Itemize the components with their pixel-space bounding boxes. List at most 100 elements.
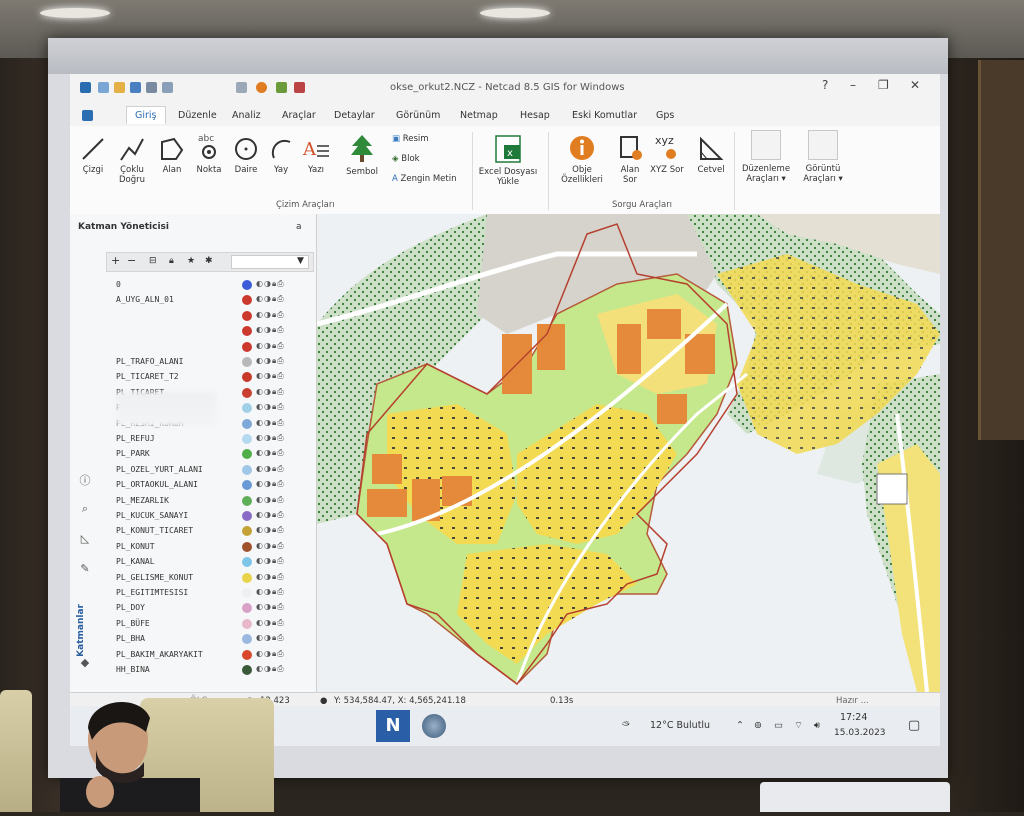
layer-row[interactable]: A_UYG_ALN_01 ◐◑🔒︎⎙: [116, 293, 312, 308]
layer-row[interactable]: PL_ORTAOKUL_ALANI ◐◑🔒︎⎙: [116, 478, 312, 493]
new-file-icon[interactable]: [98, 82, 109, 93]
layer-row[interactable]: PL_BHA ◐◑🔒︎⎙: [116, 632, 312, 647]
settings-icon[interactable]: ✱: [205, 256, 213, 266]
katmanlar-side-tab[interactable]: Katmanlar: [76, 604, 86, 657]
layer-row[interactable]: PL_OZEL_YURT_ALANI ◐◑🔒︎⎙: [116, 463, 312, 478]
search-side-icon[interactable]: ⌕: [74, 502, 96, 516]
grid-icon[interactable]: [276, 82, 287, 93]
layer-row[interactable]: PL_DOY ◐◑🔒︎⎙: [116, 601, 312, 616]
star-icon[interactable]: ★: [187, 256, 195, 266]
layer-color-swatch[interactable]: [242, 572, 252, 583]
sembol-button[interactable]: Sembol: [342, 134, 382, 177]
table-icon[interactable]: [236, 82, 247, 93]
filter-icon[interactable]: ▼: [297, 256, 304, 266]
layer-row[interactable]: ◐◑🔒︎⎙: [116, 309, 312, 324]
layer-color-swatch[interactable]: [242, 372, 252, 383]
layer-color-swatch[interactable]: [242, 434, 252, 444]
layer-toggle-icons[interactable]: ◐◑🔒︎⎙: [256, 649, 285, 659]
pin-icon[interactable]: a: [296, 222, 302, 232]
layer-color-swatch[interactable]: [242, 511, 252, 521]
layer-row[interactable]: PL_EGITIMTESISI ◐◑🔒︎⎙: [116, 586, 312, 601]
layer-color-swatch[interactable]: [242, 618, 252, 629]
layer-row[interactable]: PL_BÜFE ◐◑🔒︎⎙: [116, 617, 312, 632]
measure-side-icon[interactable]: ◺: [74, 532, 96, 545]
layer-toggle-icons[interactable]: ◐◑🔒︎⎙: [256, 448, 285, 458]
layer-color-swatch[interactable]: [242, 649, 252, 660]
map-canvas[interactable]: [317, 214, 940, 692]
nokta-button[interactable]: abc Nokta: [192, 132, 226, 175]
layer-color-swatch[interactable]: [242, 634, 252, 645]
layer-toggle-icons[interactable]: ◐◑🔒︎⎙: [256, 325, 285, 335]
lock-icon[interactable]: 🔒︎: [169, 256, 174, 266]
tab-eski-komutlar[interactable]: Eski Komutlar: [572, 110, 637, 121]
snap-icon[interactable]: [294, 82, 305, 93]
layer-toggle-icons[interactable]: ◐◑🔒︎⎙: [256, 402, 285, 412]
tab-netmap[interactable]: Netmap: [460, 110, 498, 121]
layer-row[interactable]: PL_BAKIM_AKARYAKIT ◐◑🔒︎⎙: [116, 648, 312, 663]
layer-toggle-icons[interactable]: ◐◑🔒︎⎙: [256, 510, 285, 520]
weather-text[interactable]: 12°C Bulutlu: [650, 720, 710, 731]
layer-row[interactable]: 0 ◐◑🔒︎⎙: [116, 278, 312, 293]
xyz-sor-button[interactable]: xyz XYZ Sor: [650, 132, 684, 175]
layer-toggle-icons[interactable]: ◐◑🔒︎⎙: [256, 541, 285, 551]
layer-toggle-icons[interactable]: ◐◑🔒︎⎙: [256, 433, 285, 443]
layer-toggle-icons[interactable]: ◐◑🔒︎⎙: [256, 495, 285, 505]
layer-toggle-icons[interactable]: ◐◑🔒︎⎙: [256, 341, 285, 351]
info-side-icon[interactable]: ⓘ: [74, 472, 96, 488]
cetvel-button[interactable]: Cetvel: [692, 136, 730, 175]
battery-icon[interactable]: ▭: [774, 720, 783, 731]
yazi-button[interactable]: A Yazı: [300, 136, 332, 175]
excel-load-button[interactable]: x Excel Dosyası Yükle: [474, 134, 542, 187]
layer-row[interactable]: PL_KANAL ◐◑🔒︎⎙: [116, 555, 312, 570]
yay-button[interactable]: Yay: [266, 136, 296, 175]
layer-color-swatch[interactable]: [242, 603, 252, 614]
cizgi-button[interactable]: Çizgi: [76, 136, 110, 175]
blok-button[interactable]: ◈ Blok: [392, 154, 472, 164]
layer-toggle-icons[interactable]: ◐◑🔒︎⎙: [256, 294, 285, 304]
netcad-taskbar-icon[interactable]: N: [376, 710, 410, 742]
coklu-dogru-button[interactable]: Çoklu Doğru: [112, 136, 152, 185]
close-button[interactable]: ✕: [910, 78, 920, 92]
info-icon[interactable]: [256, 82, 267, 93]
network-icon[interactable]: ⊚: [754, 720, 762, 731]
layer-toggle-icons[interactable]: ◐◑🔒︎⎙: [256, 587, 285, 597]
goruntu-araclari-button[interactable]: Görüntü Araçları ▾: [798, 130, 848, 184]
tab-gps[interactable]: Gps: [656, 110, 674, 121]
layer-row[interactable]: PL_MEZARLIK ◐◑🔒︎⎙: [116, 494, 312, 509]
layer-toggle-icons[interactable]: ◐◑🔒︎⎙: [256, 418, 285, 428]
layer-toggle-icons[interactable]: ◐◑🔒︎⎙: [256, 618, 285, 628]
app-taskbar-icon[interactable]: [422, 714, 446, 738]
visibility-icon[interactable]: ⊟: [149, 256, 157, 266]
layer-row[interactable]: PL_PARK ◐◑🔒︎⎙: [116, 447, 312, 462]
maximize-button[interactable]: ❐: [878, 78, 889, 92]
layer-row[interactable]: PL_KONUT_TICARET ◐◑🔒︎⎙: [116, 524, 312, 539]
layer-color-swatch[interactable]: [242, 357, 252, 367]
minimize-button[interactable]: –: [850, 78, 856, 92]
add-layer-icon[interactable]: +: [111, 254, 120, 267]
layer-toggle-icons[interactable]: ◐◑🔒︎⎙: [256, 387, 285, 397]
layer-color-swatch[interactable]: [242, 464, 252, 475]
layer-color-swatch[interactable]: [242, 326, 252, 337]
alan-sor-button[interactable]: Alan Sor: [614, 134, 646, 185]
layer-color-swatch[interactable]: [242, 480, 252, 491]
layer-color-swatch[interactable]: [242, 588, 252, 598]
layer-row[interactable]: PL_TRAFO_ALANI ◐◑🔒︎⎙: [116, 355, 312, 370]
layer-toggle-icons[interactable]: ◐◑🔒︎⎙: [256, 664, 285, 674]
alan-button[interactable]: Alan: [156, 136, 188, 175]
layer-row[interactable]: PL_KUCUK_SANAYI ◐◑🔒︎⎙: [116, 509, 312, 524]
zengin-metin-button[interactable]: A Zengin Metin: [392, 174, 474, 184]
layer-color-swatch[interactable]: [242, 557, 252, 568]
layer-toggle-icons[interactable]: ◐◑🔒︎⎙: [256, 633, 285, 643]
layer-color-swatch[interactable]: [242, 665, 252, 675]
duzenleme-araclari-button[interactable]: Düzenleme Araçları ▾: [738, 130, 794, 184]
layer-toggle-icons[interactable]: ◐◑🔒︎⎙: [256, 572, 285, 582]
layer-row[interactable]: ◐◑🔒︎⎙: [116, 340, 312, 355]
notifications-icon[interactable]: ▢: [908, 718, 920, 733]
layer-color-swatch[interactable]: [242, 526, 252, 537]
layer-color-swatch[interactable]: [242, 295, 252, 306]
obje-ozellikleri-button[interactable]: Obje Özellikleri: [554, 134, 610, 185]
layer-color-swatch[interactable]: [242, 541, 252, 552]
app-menu-icon[interactable]: [82, 110, 93, 121]
layer-color-swatch[interactable]: [242, 341, 252, 352]
layer-color-swatch[interactable]: [242, 280, 252, 290]
